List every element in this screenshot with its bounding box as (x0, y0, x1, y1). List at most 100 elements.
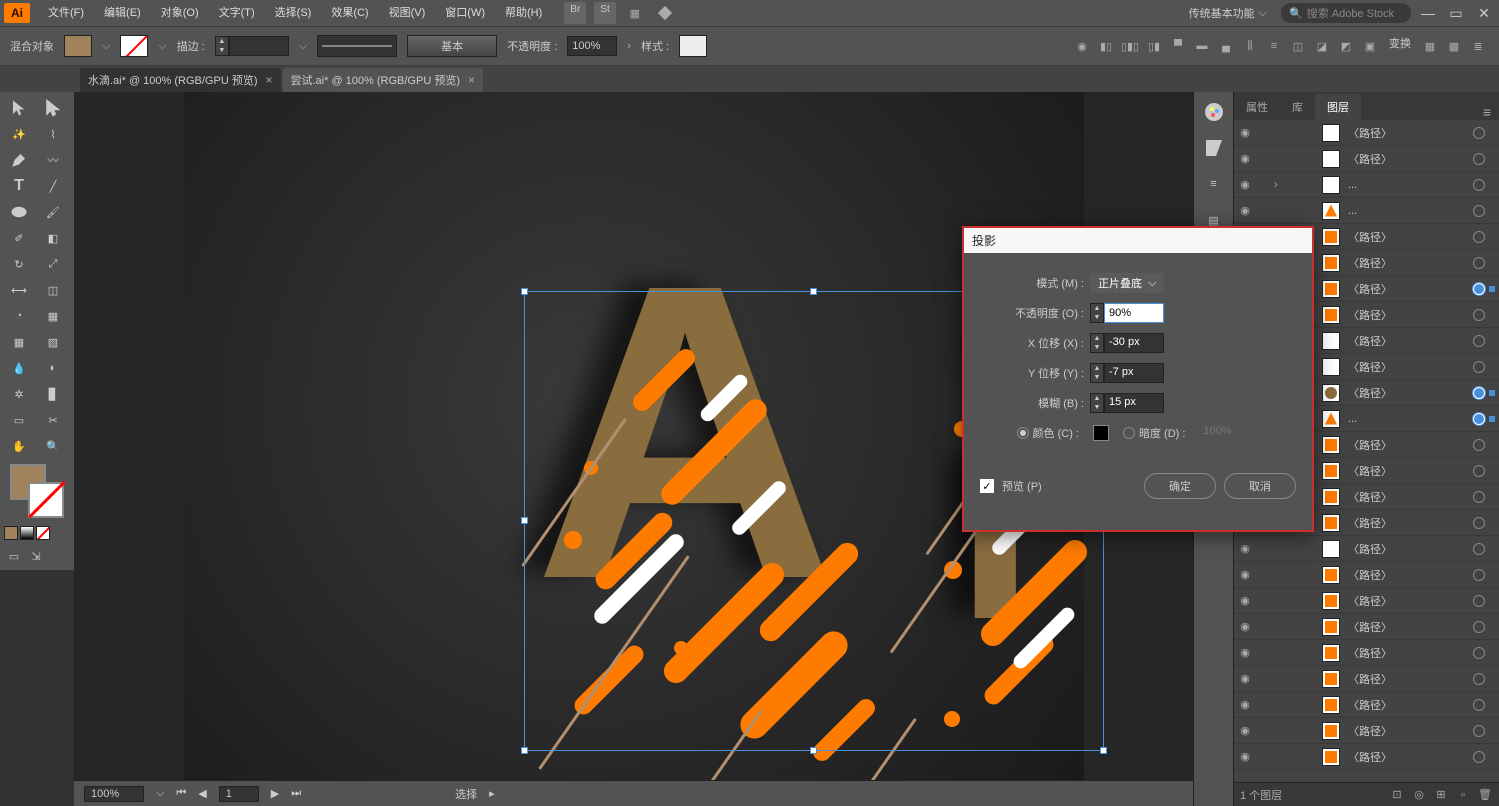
graph-tool[interactable]: ▊ (38, 382, 68, 406)
visibility-icon[interactable]: ◉ (1238, 698, 1252, 712)
layer-row[interactable]: ◉ 〈路径〉 (1234, 640, 1499, 666)
recolor-icon[interactable]: ◉ (1071, 35, 1093, 57)
layer-row[interactable]: ◉ 〈路径〉 (1234, 666, 1499, 692)
close-icon[interactable]: × (468, 73, 475, 87)
page-input[interactable]: 1 (219, 786, 259, 802)
tab-libraries[interactable]: 库 (1280, 94, 1315, 120)
opacity-spinner[interactable]: ▲▼ (1090, 303, 1164, 323)
nav-last-icon[interactable]: ⏭ (291, 787, 301, 800)
target-icon[interactable] (1473, 439, 1485, 451)
layer-row[interactable]: ◉ 〈路径〉 (1234, 744, 1499, 770)
locate-icon[interactable]: ⊡ (1389, 787, 1405, 803)
type-tool[interactable]: T (4, 174, 34, 198)
panel-menu-icon[interactable]: ≣ (1467, 35, 1489, 57)
free-transform-tool[interactable]: ◫ (38, 278, 68, 302)
visibility-icon[interactable]: ◉ (1238, 594, 1252, 608)
transform-label[interactable]: 变换 (1383, 35, 1417, 57)
target-icon[interactable] (1473, 283, 1485, 295)
opacity-input[interactable] (1104, 303, 1164, 323)
stock-icon[interactable]: St (594, 2, 615, 24)
target-icon[interactable] (1473, 647, 1485, 659)
new-layer-icon[interactable]: ▫ (1455, 787, 1471, 803)
mask-icon[interactable]: ◎ (1411, 787, 1427, 803)
zoom-input[interactable]: 100% (84, 786, 144, 802)
eyedropper-tool[interactable]: 💧 (4, 356, 34, 380)
perspective-tool[interactable]: ▦ (38, 304, 68, 328)
shaper-tool[interactable]: ✐ (4, 226, 34, 250)
shape-mode-icon[interactable]: ▣ (1359, 35, 1381, 57)
menu-item[interactable]: 文字(T) (209, 0, 265, 26)
blend-mode-select[interactable]: 正片叠底⌵ (1090, 273, 1164, 293)
blur-spinner[interactable]: ▲▼15 px (1090, 393, 1164, 413)
layer-row[interactable]: ◉ 〈路径〉 (1234, 614, 1499, 640)
visibility-icon[interactable]: ◉ (1238, 750, 1252, 764)
delete-icon[interactable]: 🗑 (1477, 787, 1493, 803)
align-center-v-icon[interactable]: ▬ (1191, 35, 1213, 57)
target-icon[interactable] (1473, 673, 1485, 685)
menu-item[interactable]: 选择(S) (265, 0, 322, 26)
stroke-panel-icon[interactable]: ≡ (1202, 172, 1226, 196)
chevron-down-icon[interactable]: ⌵ (156, 787, 164, 800)
workspace-selector[interactable]: 传统基本功能 ⌵ (1181, 5, 1275, 21)
eraser-tool[interactable]: ◧ (38, 226, 68, 250)
gradient-mode-icon[interactable] (20, 526, 34, 540)
visibility-icon[interactable]: ◉ (1238, 646, 1252, 660)
layer-row[interactable]: ◉ 〈路径〉 (1234, 718, 1499, 744)
screen-mode-icon[interactable]: ▭ (4, 546, 24, 566)
color-mode-icon[interactable] (4, 526, 18, 540)
yoffset-spinner[interactable]: ▲▼-7 px (1090, 363, 1164, 383)
target-icon[interactable] (1473, 335, 1485, 347)
artboard-tool[interactable]: ▭ (4, 408, 34, 432)
target-icon[interactable] (1473, 205, 1485, 217)
menu-item[interactable]: 帮助(H) (495, 0, 552, 26)
change-screen-icon[interactable]: ⇲ (26, 546, 46, 566)
visibility-icon[interactable]: ◉ (1238, 152, 1252, 166)
target-icon[interactable] (1473, 309, 1485, 321)
menu-item[interactable]: 编辑(E) (94, 0, 151, 26)
pen-tool[interactable] (4, 148, 34, 172)
visibility-icon[interactable]: ◉ (1238, 204, 1252, 218)
visibility-icon[interactable]: ◉ (1238, 542, 1252, 556)
edit-icon[interactable]: ▩ (1443, 35, 1465, 57)
visibility-icon[interactable]: ◉ (1238, 126, 1252, 140)
line-tool[interactable]: ╱ (38, 174, 68, 198)
fill-swatch[interactable] (64, 35, 92, 57)
rotate-tool[interactable]: ↻ (4, 252, 34, 276)
stroke-weight-input[interactable]: ▲▼ (215, 36, 289, 56)
ok-button[interactable]: 确定 (1144, 473, 1216, 499)
zoom-tool[interactable]: 🔍 (38, 434, 68, 458)
caret-icon[interactable]: ▸ (489, 787, 495, 800)
none-mode-icon[interactable] (36, 526, 50, 540)
visibility-icon[interactable]: ◉ (1238, 620, 1252, 634)
cancel-button[interactable]: 取消 (1224, 473, 1296, 499)
layer-row[interactable]: ◉ 〈路径〉 (1234, 692, 1499, 718)
color-picker[interactable] (4, 464, 70, 524)
opacity-input[interactable]: 100% (567, 36, 617, 56)
arrange-icon[interactable]: ▦ (624, 2, 646, 24)
layer-row[interactable]: ◉ › ... (1234, 172, 1499, 198)
target-icon[interactable] (1473, 127, 1485, 139)
maximize-button[interactable]: ▭ (1445, 4, 1467, 22)
visibility-icon[interactable]: ◉ (1238, 672, 1252, 686)
chevron-down-icon[interactable]: ⌵ (102, 40, 110, 53)
swatches-panel-icon[interactable] (1202, 136, 1226, 160)
shadow-color-chip[interactable] (1093, 425, 1109, 441)
align-bottom-icon[interactable]: ▄ (1215, 35, 1237, 57)
hand-tool[interactable]: ✋ (4, 434, 34, 458)
target-icon[interactable] (1473, 361, 1485, 373)
curvature-tool[interactable]: 〰 (38, 148, 68, 172)
panel-menu-icon[interactable]: ≡ (1475, 104, 1499, 120)
selection-tool[interactable] (4, 96, 34, 120)
scale-tool[interactable]: ⤢ (38, 252, 68, 276)
menu-item[interactable]: 效果(C) (321, 0, 378, 26)
lasso-tool[interactable]: ⌇ (38, 122, 68, 146)
chevron-down-icon[interactable]: ⌵ (299, 40, 307, 53)
target-icon[interactable] (1473, 595, 1485, 607)
brush-tool[interactable]: 🖌 (38, 200, 68, 224)
target-icon[interactable] (1473, 621, 1485, 633)
preview-checkbox[interactable]: ✓ (980, 479, 994, 493)
shape-mode-icon[interactable]: ◩ (1335, 35, 1357, 57)
visibility-icon[interactable]: ◉ (1238, 724, 1252, 738)
target-icon[interactable] (1473, 465, 1485, 477)
gpu-icon[interactable] (654, 2, 676, 24)
